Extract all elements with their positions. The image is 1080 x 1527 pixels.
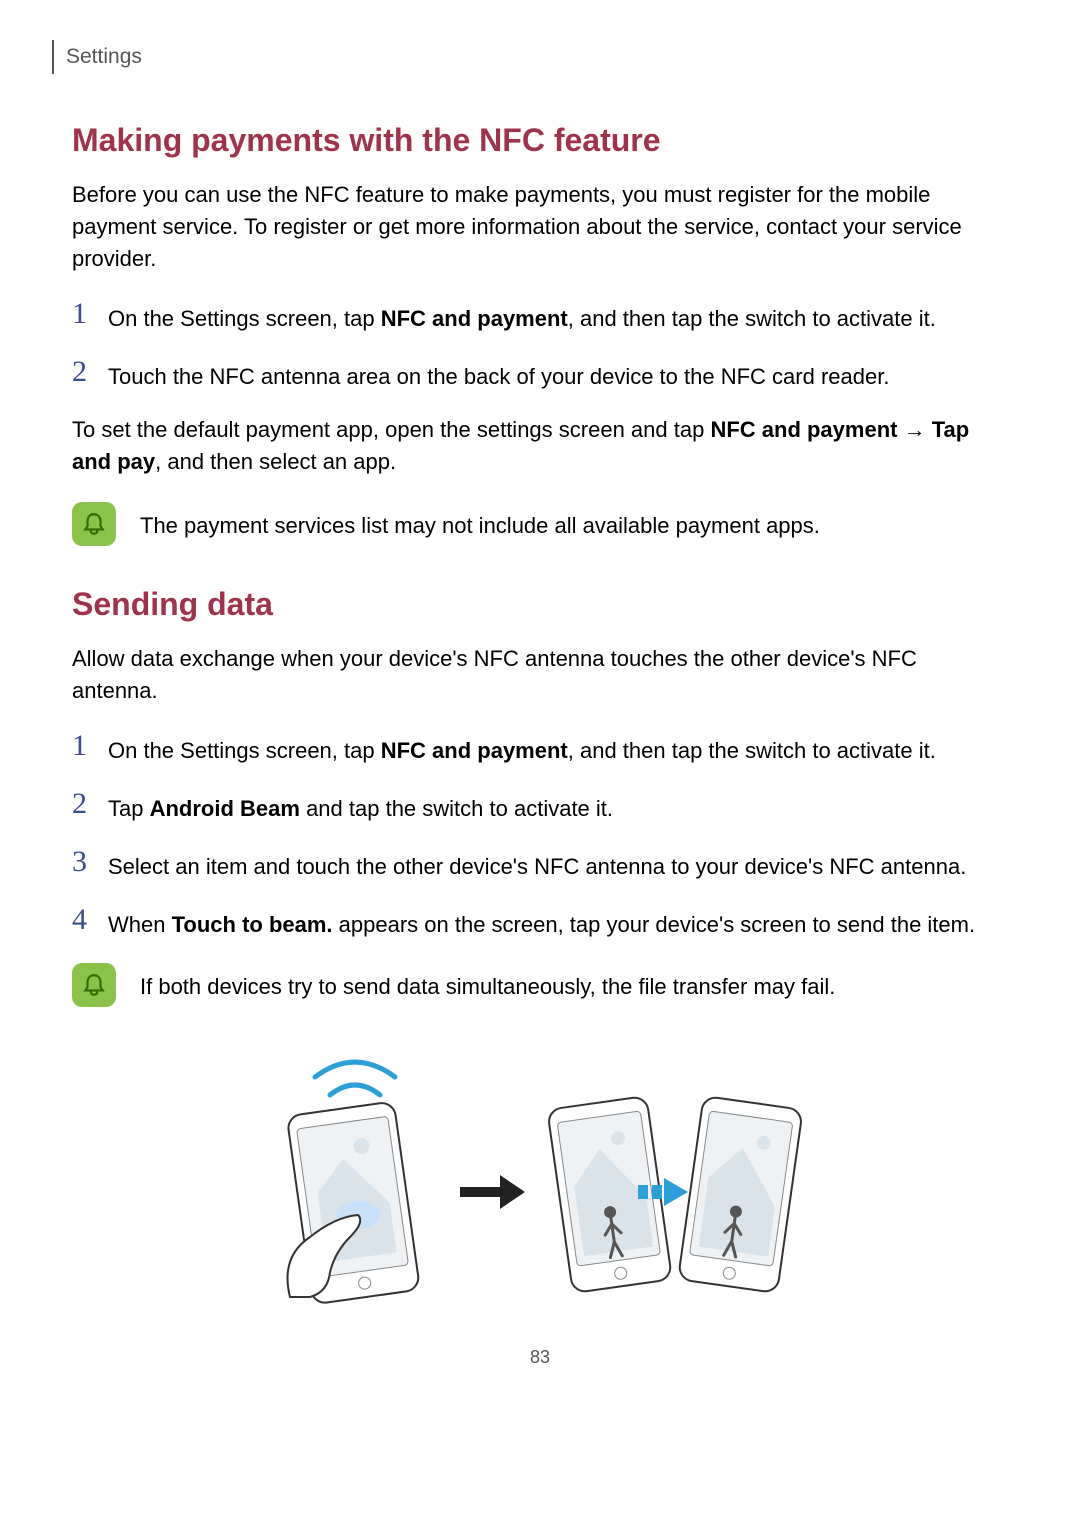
step-number: 4 — [72, 905, 108, 935]
step-number: 1 — [72, 299, 108, 329]
section1-heading: Making payments with the NFC feature — [72, 122, 1008, 159]
step-text: Select an item and touch the other devic… — [108, 847, 966, 883]
bell-icon — [72, 502, 116, 546]
section1-step-1: 1 On the Settings screen, tap NFC and pa… — [72, 299, 1008, 335]
header-rule: Settings — [52, 40, 1008, 74]
section1-after: To set the default payment app, open the… — [72, 414, 1008, 478]
section2-heading: Sending data — [72, 586, 1008, 623]
section2-step-3: 3 Select an item and touch the other dev… — [72, 847, 1008, 883]
document-page: Settings Making payments with the NFC fe… — [0, 0, 1080, 1408]
section1-step-2: 2 Touch the NFC antenna area on the back… — [72, 357, 1008, 393]
section2-intro: Allow data exchange when your device's N… — [72, 643, 1008, 707]
section2-step-2: 2 Tap Android Beam and tap the switch to… — [72, 789, 1008, 825]
page-number: 83 — [72, 1347, 1008, 1368]
step-number: 3 — [72, 847, 108, 877]
step-text: When Touch to beam. appears on the scree… — [108, 905, 975, 941]
step-number: 2 — [72, 357, 108, 387]
step-text: Touch the NFC antenna area on the back o… — [108, 357, 889, 393]
section1-note: The payment services list may not includ… — [72, 502, 1008, 546]
section1-intro: Before you can use the NFC feature to ma… — [72, 179, 1008, 275]
section2-step-1: 1 On the Settings screen, tap NFC and pa… — [72, 731, 1008, 767]
step-text: On the Settings screen, tap NFC and paym… — [108, 299, 936, 335]
note-text: The payment services list may not includ… — [140, 502, 820, 542]
step-number: 1 — [72, 731, 108, 761]
nfc-beam-illustration — [72, 1047, 1008, 1307]
bell-icon — [72, 963, 116, 1007]
section2-step-4: 4 When Touch to beam. appears on the scr… — [72, 905, 1008, 941]
step-text: On the Settings screen, tap NFC and paym… — [108, 731, 936, 767]
step-number: 2 — [72, 789, 108, 819]
section2-note: If both devices try to send data simulta… — [72, 963, 1008, 1007]
breadcrumb: Settings — [66, 45, 142, 69]
step-text: Tap Android Beam and tap the switch to a… — [108, 789, 613, 825]
note-text: If both devices try to send data simulta… — [140, 963, 835, 1003]
